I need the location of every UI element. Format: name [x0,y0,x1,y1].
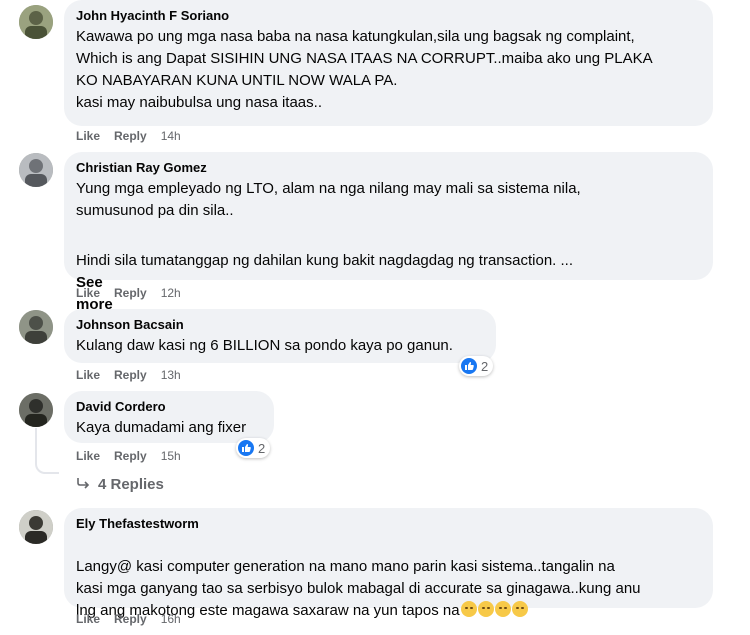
reaction-count[interactable]: 2 [459,356,494,376]
avatar[interactable] [19,310,53,344]
reply-button[interactable]: Reply [114,612,147,626]
like-button[interactable]: Like [76,449,100,463]
comment-timestamp[interactable]: 12h [161,286,181,300]
comment-actions: Like Reply 15h [76,449,181,463]
avatar[interactable] [19,393,53,427]
comment-bubble: Johnson Bacsain Kulang daw kasi ng 6 BIL… [64,309,496,363]
comment-timestamp[interactable]: 13h [161,368,181,382]
comment-author[interactable]: Christian Ray Gomez [76,159,701,176]
thumbs-up-icon [461,358,477,374]
avatar[interactable] [19,5,53,39]
reply-arrow-icon [76,476,90,493]
thumbs-up-icon [238,440,254,456]
comment-actions: Like Reply 14h [76,129,181,143]
comment-author[interactable]: John Hyacinth F Soriano [76,7,701,24]
comment-text: Langy@ kasi computer generation na mano … [76,534,701,622]
view-replies-link[interactable]: 4 Replies [76,476,164,493]
comment-text: Kawawa po ung mga nasa baba na nasa katu… [76,28,653,111]
comment-text: Kaya dumadami ang fixer [76,419,247,436]
rolling-eyes-emoji-icon [494,601,511,617]
crying-face-emoji-icon [460,601,477,617]
reply-button[interactable]: Reply [114,286,147,300]
comment-author[interactable]: Johnson Bacsain [76,316,484,333]
comment-text-continued: Hindi sila tumatanggap ng dahilan kung b… [76,228,701,316]
comment-timestamp[interactable]: 15h [161,449,181,463]
reaction-count[interactable]: 2 [236,438,271,458]
comment-bubble: Ely Thefastestworm Langy@ kasi computer … [64,508,713,619]
comment-bubble: John Hyacinth F Soriano Kawawa po ung mg… [64,0,713,126]
reply-thread-line [35,428,59,474]
reaction-number: 2 [481,358,489,374]
comment-author[interactable]: Ely Thefastestworm [76,515,701,532]
avatar[interactable] [19,510,53,544]
comment-actions: Like Reply 16h [76,612,181,626]
comment-actions: Like Reply 13h [76,368,181,382]
comment-bubble: David Cordero Kaya dumadami ang fixer [64,391,274,443]
like-button[interactable]: Like [76,612,100,626]
avatar[interactable] [19,153,53,187]
like-button[interactable]: Like [76,129,100,143]
reply-button[interactable]: Reply [114,368,147,382]
reaction-number: 2 [258,440,266,456]
comment-text: Yung mga empleyado ng LTO, alam na nga n… [76,180,581,219]
comment-timestamp[interactable]: 14h [161,129,181,143]
comment-text: Kulang daw kasi ng 6 BILLION sa pondo ka… [76,337,453,354]
replies-count-label: 4 Replies [98,476,164,493]
comment-bubble: Christian Ray Gomez Yung mga empleyado n… [64,152,713,313]
comment-text-part: Hindi sila tumatanggap ng dahilan kung b… [76,252,574,269]
like-button[interactable]: Like [76,368,100,382]
comment-actions: Like Reply 12h [76,286,181,300]
reply-button[interactable]: Reply [114,449,147,463]
comment-author[interactable]: David Cordero [76,398,262,415]
rolling-eyes-emoji-icon [477,601,494,617]
comment-timestamp[interactable]: 16h [161,612,181,626]
rolling-eyes-emoji-icon [511,601,528,617]
comment-text-body: Langy@ kasi computer generation na mano … [76,558,641,619]
like-button[interactable]: Like [76,286,100,300]
reply-button[interactable]: Reply [114,129,147,143]
